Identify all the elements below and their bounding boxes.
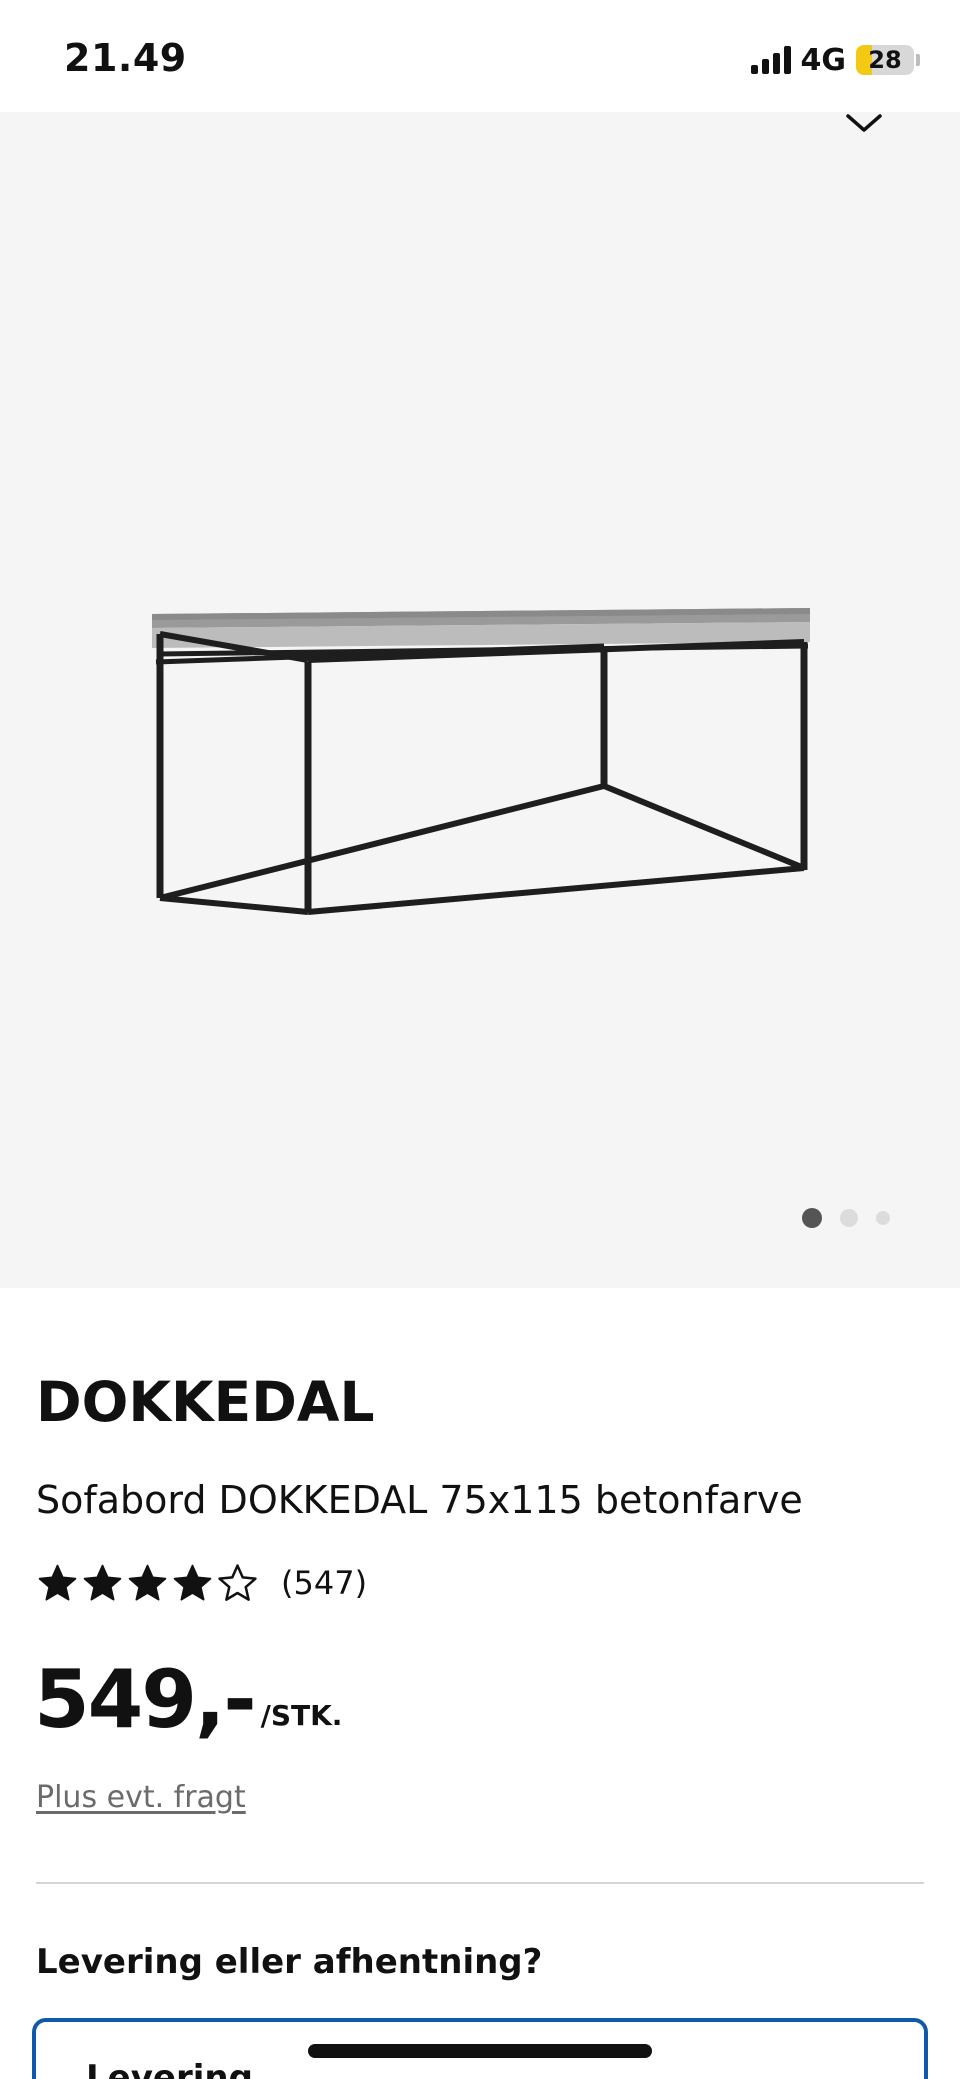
star-empty-icon	[218, 1563, 257, 1601]
status-time: 21.49	[64, 36, 187, 80]
delivery-heading: Levering eller afhentning?	[36, 1942, 543, 1982]
gallery-dot[interactable]	[840, 1209, 858, 1227]
product-description: Sofabord DOKKEDAL 75x115 betonfarve	[36, 1478, 803, 1522]
signal-strength-icon	[750, 46, 791, 74]
product-page: 21.49 4G 28 DOKKEDAL Sofabord DOKKEDAL 7…	[0, 0, 960, 2079]
review-count[interactable]: (547)	[281, 1564, 367, 1602]
price-amount: 549,-	[34, 1653, 257, 1746]
star-filled-icon	[128, 1564, 167, 1601]
freight-link[interactable]: Plus evt. fragt	[36, 1780, 246, 1815]
network-type: 4G	[800, 42, 847, 78]
chevron-down-icon[interactable]	[844, 112, 884, 134]
product-brand: DOKKEDAL	[36, 1370, 375, 1434]
rating-stars	[36, 1562, 259, 1605]
gallery-dot[interactable]	[876, 1211, 890, 1225]
product-image-gallery[interactable]	[0, 112, 960, 1288]
star-filled-icon	[83, 1564, 122, 1601]
price-unit: /STK.	[260, 1699, 343, 1732]
battery-level: 28	[868, 46, 902, 74]
delivery-option-label: Levering	[86, 2058, 253, 2079]
home-indicator[interactable]	[308, 2044, 652, 2058]
product-image	[152, 608, 810, 915]
status-bar: 21.49 4G 28	[0, 0, 960, 112]
status-indicators: 4G 28	[750, 40, 920, 80]
star-filled-icon	[38, 1564, 77, 1601]
star-filled-icon	[173, 1564, 212, 1601]
battery-icon: 28	[856, 45, 914, 75]
gallery-pagination[interactable]	[802, 1208, 890, 1228]
battery-tip	[916, 54, 920, 66]
rating[interactable]: (547)	[36, 1560, 367, 1606]
divider	[36, 1882, 924, 1884]
gallery-dot[interactable]	[802, 1208, 822, 1228]
price: 549,- /STK.	[34, 1660, 342, 1740]
